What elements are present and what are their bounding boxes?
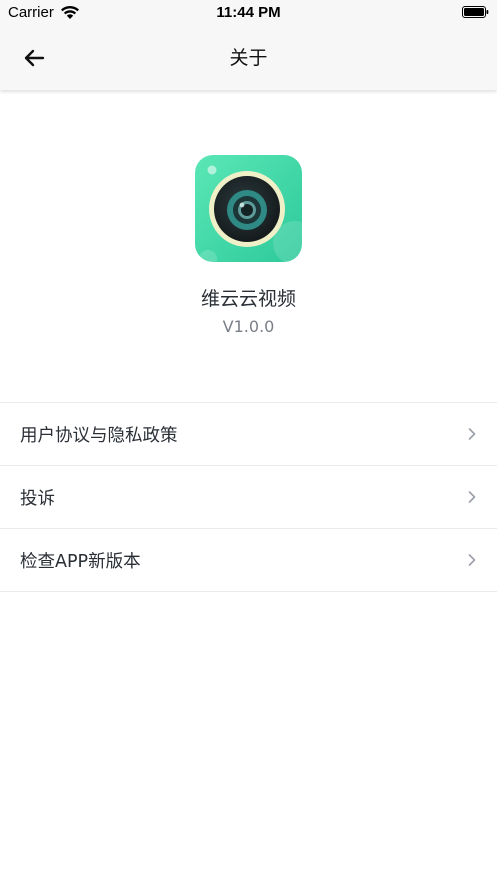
menu-item-label: 检查APP新版本 [20,551,141,572]
menu-item-privacy-policy[interactable]: 用户协议与隐私政策 [0,403,497,466]
status-bar: Carrier 11:44 PM [0,0,497,26]
battery-icon [462,6,489,18]
chevron-right-icon [468,554,476,566]
navigation-bar: 关于 [0,26,497,90]
app-version: V1.0.0 [222,317,275,336]
app-info: 维云云视频 V1.0.0 [0,155,497,336]
menu-item-label: 用户协议与隐私政策 [20,425,178,446]
menu-item-check-update[interactable]: 检查APP新版本 [0,529,497,592]
app-name: 维云云视频 [200,288,296,310]
menu-item-complaint[interactable]: 投诉 [0,466,497,529]
arrow-left-icon [24,49,45,67]
chevron-right-icon [468,491,476,503]
page-title: 关于 [229,47,268,69]
menu-item-label: 投诉 [20,488,55,509]
settings-menu: 用户协议与隐私政策 投诉 检查APP新版本 [0,402,497,592]
status-time: 11:44 PM [216,4,281,21]
back-button[interactable] [14,42,54,74]
camera-lens-app-icon [195,155,302,262]
chevron-right-icon [468,428,476,440]
